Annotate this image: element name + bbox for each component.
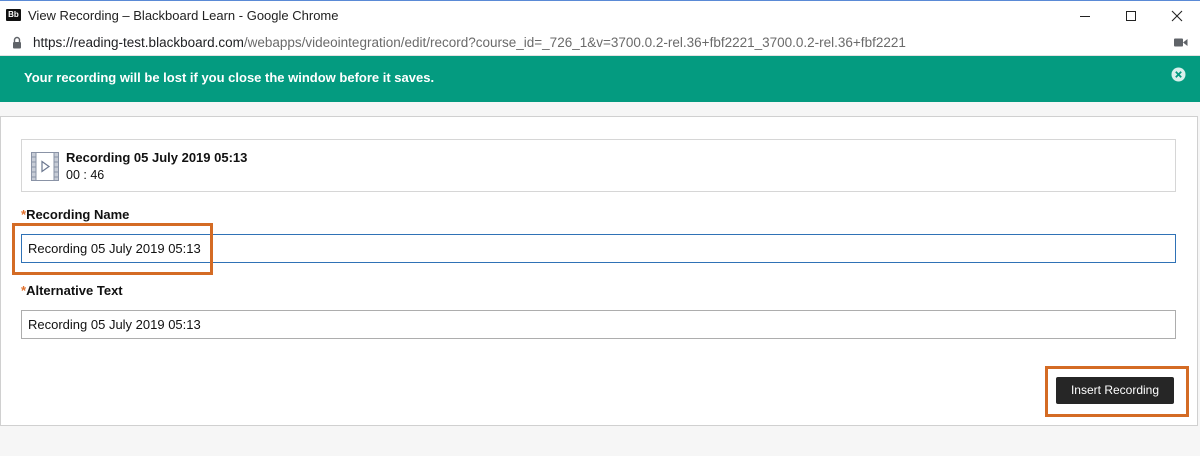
- unsaved-warning-banner: Your recording will be lost if you close…: [0, 56, 1200, 102]
- camera-icon[interactable]: [1174, 37, 1188, 48]
- alternative-text-input[interactable]: [21, 310, 1176, 339]
- close-window-button[interactable]: [1154, 1, 1200, 31]
- recording-duration: 00 : 46: [66, 168, 105, 182]
- url-host: https://reading-test.blackboard.com: [33, 35, 244, 50]
- recording-title: Recording 05 July 2019 05:13: [66, 150, 248, 165]
- blackboard-logo-icon: Bb: [6, 9, 21, 21]
- title-bar: Bb View Recording – Blackboard Learn - G…: [0, 0, 1200, 30]
- window-title: View Recording – Blackboard Learn - Goog…: [28, 8, 339, 23]
- lock-icon: [13, 36, 21, 49]
- maximize-icon: [1126, 11, 1136, 21]
- alternative-text-label-text: Alternative Text: [26, 283, 123, 298]
- url-path: /webapps/videointegration/edit/record?co…: [243, 35, 906, 50]
- maximize-button[interactable]: [1108, 1, 1154, 31]
- minimize-icon: [1080, 16, 1090, 17]
- alternative-text-label: *Alternative Text: [21, 283, 123, 298]
- video-file-icon: [31, 152, 59, 181]
- insert-recording-highlight: [1045, 366, 1189, 417]
- recording-name-label-text: Recording Name: [26, 207, 130, 222]
- recording-card: [21, 139, 1176, 192]
- url-text[interactable]: https://reading-test.blackboard.com/weba…: [33, 35, 906, 50]
- recording-name-highlight: [12, 223, 213, 275]
- address-bar[interactable]: https://reading-test.blackboard.com/weba…: [0, 30, 1200, 56]
- minimize-button[interactable]: [1062, 1, 1108, 31]
- recording-name-label: *Recording Name: [21, 207, 129, 222]
- close-icon: [1171, 10, 1183, 22]
- banner-close-icon[interactable]: [1171, 67, 1186, 82]
- banner-message: Your recording will be lost if you close…: [24, 70, 435, 85]
